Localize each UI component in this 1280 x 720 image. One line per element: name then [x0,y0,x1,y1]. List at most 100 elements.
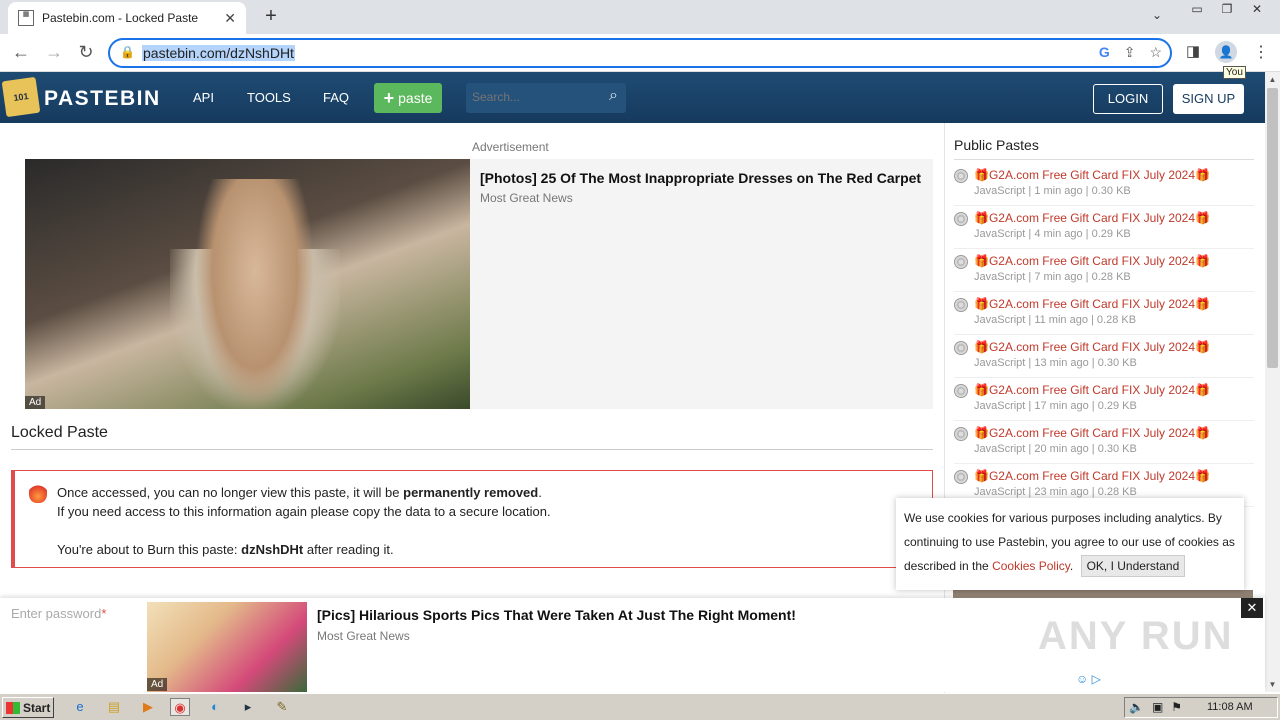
globe-icon [954,298,968,312]
folder-icon[interactable]: ▤ [104,698,124,716]
paste-title-link[interactable]: 🎁G2A.com Free Gift Card FIX July 2024🎁 [974,211,1210,225]
signup-button[interactable]: SIGN UP [1173,84,1244,114]
ad-source: Most Great News [480,191,573,205]
notice-line-1: Once accessed, you can no longer view th… [57,485,542,500]
minimize-icon[interactable]: ▭ [1182,0,1212,20]
advertisement-label: Advertisement [472,140,549,154]
public-paste-item[interactable]: 🎁G2A.com Free Gift Card FIX July 2024🎁 J… [954,206,1254,249]
paste-title-link[interactable]: 🎁G2A.com Free Gift Card FIX July 2024🎁 [974,383,1210,397]
edge-icon[interactable]: ◐ [205,698,225,716]
start-button[interactable]: Start [2,697,54,718]
scroll-down-icon[interactable]: ▼ [1265,677,1280,692]
reload-icon[interactable]: ↻ [75,42,97,63]
adchoices-icon[interactable]: ☺ ▷ [1076,672,1101,686]
ad-title[interactable]: [Photos] 25 Of The Most Inappropriate Dr… [480,170,933,186]
public-paste-item[interactable]: 🎁G2A.com Free Gift Card FIX July 2024🎁 J… [954,335,1254,378]
ad-tag: Ad [147,678,168,691]
google-icon[interactable]: G [1099,44,1110,61]
url-text[interactable]: pastebin.com/dzNshDHt [142,45,295,61]
nav-faq[interactable]: FAQ [323,90,349,105]
globe-icon [954,341,968,355]
search-input[interactable] [472,90,592,104]
lock-icon[interactable]: 🔒 [120,45,135,59]
password-label: Enter password* [11,606,107,621]
bottom-ad-close-button[interactable]: ✕ [1241,598,1263,618]
tab-close-icon[interactable]: ✕ [224,10,236,27]
paste-title-link[interactable]: 🎁G2A.com Free Gift Card FIX July 2024🎁 [974,254,1210,268]
pastebin-logo-icon[interactable]: 101 [1,76,41,118]
new-tab-button[interactable]: + [260,5,282,28]
paste-button-label: paste [398,90,433,106]
globe-icon [954,427,968,441]
cookie-accept-button[interactable]: OK, I Understand [1080,555,1186,577]
windows-flag-icon [6,701,20,714]
paste-title-link[interactable]: 🎁G2A.com Free Gift Card FIX July 2024🎁 [974,297,1210,311]
ie-icon[interactable]: e [70,698,90,716]
public-paste-item[interactable]: 🎁G2A.com Free Gift Card FIX July 2024🎁 J… [954,163,1254,206]
window-close-icon[interactable]: ✕ [1242,0,1272,20]
page-title: Locked Paste [11,424,108,441]
chrome-icon[interactable]: ◉ [170,698,190,716]
globe-icon [954,212,968,226]
system-tray: 🔈 ▣ ⚑ 11:08 AM [1124,697,1278,718]
scroll-up-icon[interactable]: ▲ [1265,72,1280,87]
login-button[interactable]: LOGIN [1093,84,1163,114]
browser-menu-icon[interactable]: ⋮ [1253,42,1269,62]
paste-meta: JavaScript | 17 min ago | 0.29 KB [974,400,1137,412]
share-icon[interactable]: ⇪ [1124,44,1136,61]
ad-tag: Ad [25,396,46,409]
browser-tab[interactable]: ▦ Pastebin.com - Locked Paste ✕ [8,2,246,34]
bottom-ad-banner[interactable]: Enter password* Ad [Pics] Hilarious Spor… [0,598,1265,692]
globe-icon [954,470,968,484]
site-logo[interactable]: PASTEBIN [44,87,161,111]
browser-toolbar: ← → ↻ 🔒 pastebin.com/dzNshDHt G ⇪ ☆ ◨ 👤 … [0,34,1280,79]
public-paste-item[interactable]: 🎁G2A.com Free Gift Card FIX July 2024🎁 J… [954,249,1254,292]
paste-title-link[interactable]: 🎁G2A.com Free Gift Card FIX July 2024🎁 [974,168,1210,182]
globe-icon [954,384,968,398]
cookies-policy-link[interactable]: Cookies Policy [992,559,1070,573]
nav-api[interactable]: API [193,90,214,105]
back-arrow-icon[interactable]: ← [10,42,32,63]
profile-tooltip: You [1223,66,1246,79]
side-panel-icon[interactable]: ◨ [1186,42,1200,60]
scroll-thumb[interactable] [1267,88,1278,368]
paste-meta: JavaScript | 23 min ago | 0.28 KB [974,486,1137,498]
public-paste-item[interactable]: 🎁G2A.com Free Gift Card FIX July 2024🎁 J… [954,421,1254,464]
public-pastes-title: Public Pastes [954,137,1039,153]
paste-meta: JavaScript | 1 min ago | 0.30 KB [974,185,1131,197]
public-paste-item[interactable]: 🎁G2A.com Free Gift Card FIX July 2024🎁 J… [954,378,1254,421]
search-icon[interactable]: ⌕ [609,87,618,105]
tab-search-chevron-icon[interactable]: ⌄ [1152,8,1162,22]
address-bar[interactable]: 🔒 pastebin.com/dzNshDHt G ⇪ ☆ [108,38,1172,68]
browser-tabstrip: ▦ Pastebin.com - Locked Paste ✕ + ⌄ ▭ ❐ … [0,0,1280,34]
cookie-banner: We use cookies for various purposes incl… [896,498,1244,590]
paste-meta: JavaScript | 11 min ago | 0.28 KB [974,314,1137,326]
new-paste-button[interactable]: + paste [374,83,442,113]
bottom-ad-title[interactable]: [Pics] Hilarious Sports Pics That Were T… [317,607,796,623]
profile-avatar-icon[interactable]: 👤 [1215,41,1237,63]
flag-notify-icon[interactable]: ⚑ [1171,700,1182,714]
public-paste-item[interactable]: 🎁G2A.com Free Gift Card FIX July 2024🎁 J… [954,292,1254,335]
bookmark-star-icon[interactable]: ☆ [1149,44,1162,61]
nav-tools[interactable]: TOOLS [247,90,291,105]
plus-icon: + [383,87,395,108]
page-scrollbar[interactable]: ▲ ▼ [1265,72,1280,692]
top-ad-card[interactable]: Ad [Photos] 25 Of The Most Inappropriate… [25,159,933,409]
forward-arrow-icon[interactable]: → [43,42,65,63]
windows-taskbar: Start e ▤ ▶ ◉ ◐ ▸ ✎ 🔈 ▣ ⚑ 11:08 AM [0,693,1280,720]
paste-title-link[interactable]: 🎁G2A.com Free Gift Card FIX July 2024🎁 [974,340,1210,354]
media-player-icon[interactable]: ▶ [138,698,158,716]
ad-image[interactable]: Ad [25,159,470,409]
restore-icon[interactable]: ❐ [1212,0,1242,20]
fire-icon [29,481,47,503]
volume-icon[interactable]: 🔈 [1129,700,1144,714]
clock: 11:08 AM [1207,701,1253,713]
powershell-icon[interactable]: ▸ [238,698,258,716]
tab-title: Pastebin.com - Locked Paste [42,11,199,25]
paste-title-link[interactable]: 🎁G2A.com Free Gift Card FIX July 2024🎁 [974,469,1210,483]
network-icon[interactable]: ▣ [1152,700,1163,714]
paste-title-link[interactable]: 🎁G2A.com Free Gift Card FIX July 2024🎁 [974,426,1210,440]
bottom-ad-image[interactable] [147,602,307,692]
burn-notice: Once accessed, you can no longer view th… [11,470,933,568]
notepad-icon[interactable]: ✎ [272,698,292,716]
